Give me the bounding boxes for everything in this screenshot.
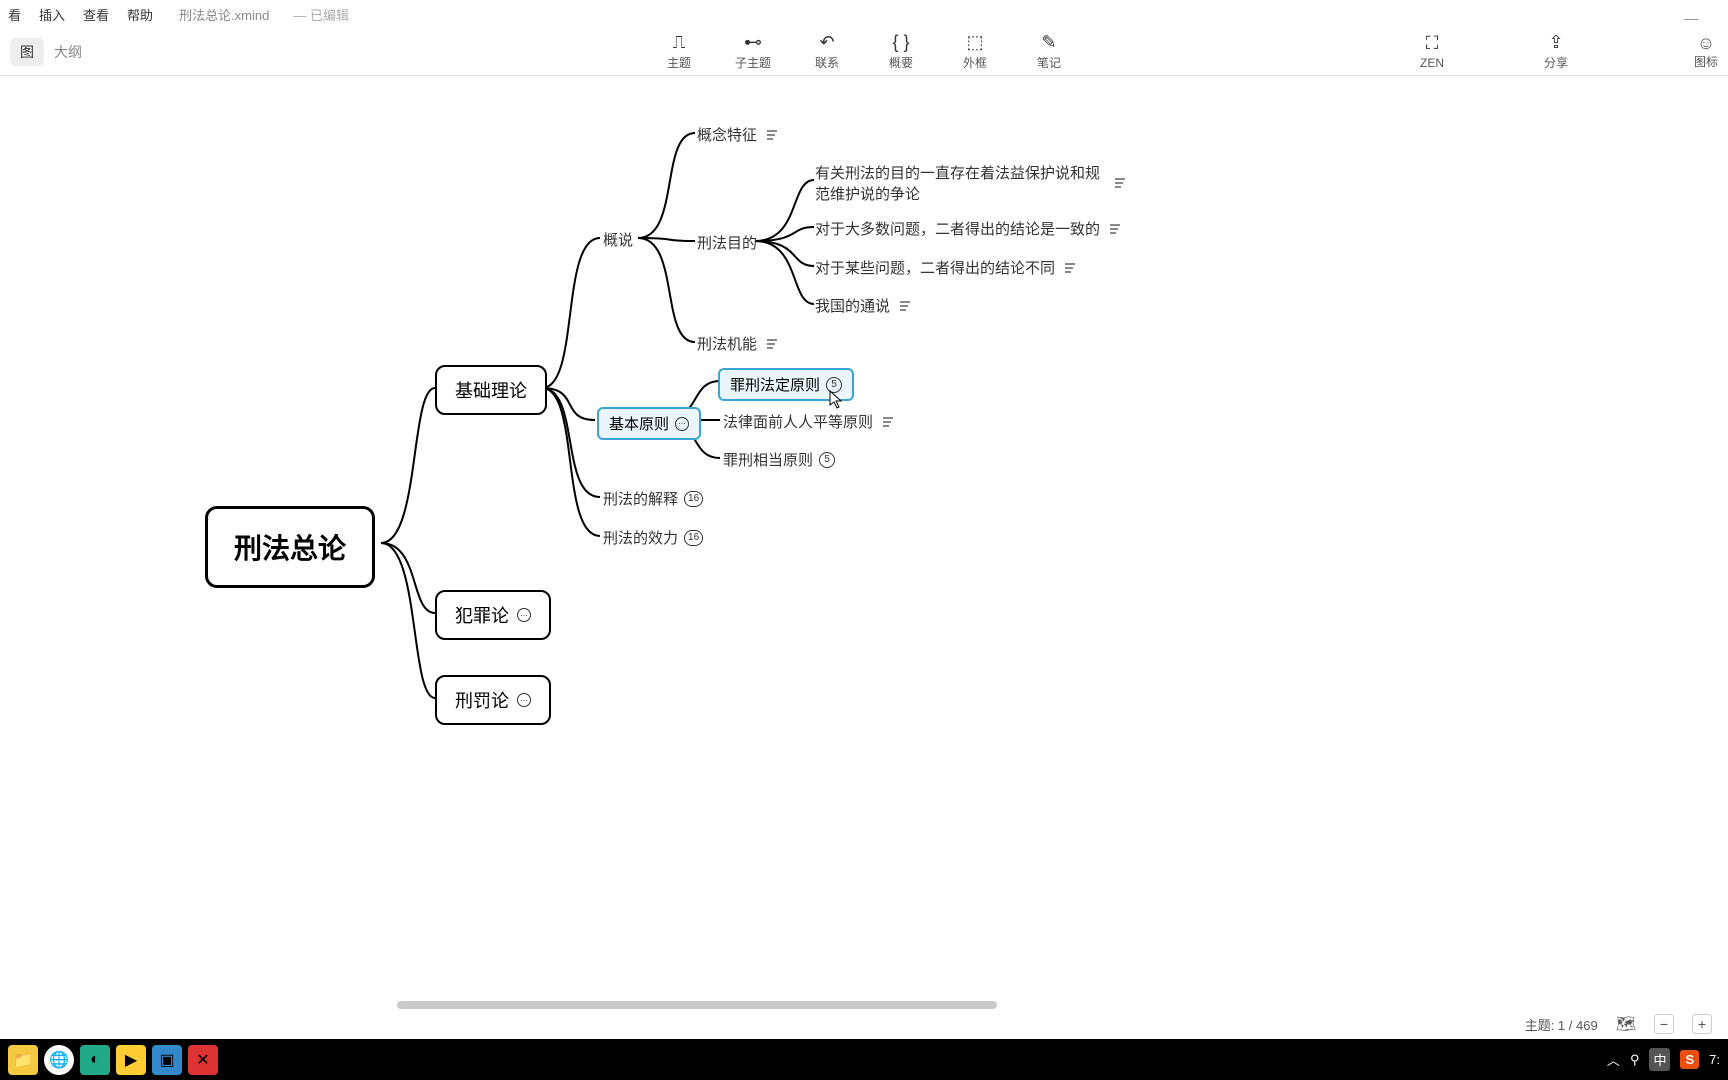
node-purpose-debate[interactable]: 有关刑法的目的一直存在着法益保护说和规范维护说的争论 xyxy=(815,162,1125,204)
toolbar-icons[interactable]: ☺图标 xyxy=(1694,33,1718,70)
taskbar-app1-icon[interactable]: ◐ xyxy=(80,1045,110,1075)
minimap-icon[interactable]: 🗺 xyxy=(1616,1014,1636,1034)
node-purpose-diff[interactable]: 对于某些问题，二者得出的结论不同 xyxy=(815,257,1075,278)
node-concept-features[interactable]: 概念特征 xyxy=(697,124,777,145)
node-penalty-theory[interactable]: 刑罚论 xyxy=(435,675,551,725)
tray-chevron-icon[interactable]: ︿ xyxy=(1607,1050,1620,1069)
tray-wifi-icon[interactable]: ⚲ xyxy=(1630,1052,1640,1068)
toolbar-notes[interactable]: ✎笔记 xyxy=(1027,32,1071,71)
boundary-icon: ⬚ xyxy=(963,32,987,52)
zoom-in-button[interactable]: + xyxy=(1692,1014,1712,1034)
notes-indicator-icon[interactable] xyxy=(883,417,893,427)
share-icon: ⇪ xyxy=(1544,32,1568,52)
node-effectiveness[interactable]: 刑法的效力16 xyxy=(603,527,703,548)
emoji-icon: ☺ xyxy=(1694,33,1718,53)
node-equality-principle[interactable]: 法律面前人人平等原则 xyxy=(723,411,893,432)
view-tabs: 图 大纲 xyxy=(10,38,92,66)
notes-indicator-icon[interactable] xyxy=(767,339,777,349)
relation-icon: ↶ xyxy=(815,32,839,52)
menu-view[interactable]: 查看 xyxy=(83,5,109,24)
toolbar-subtopic[interactable]: ⊷子主题 xyxy=(731,32,775,71)
node-basic-theory[interactable]: 基础理论 xyxy=(435,365,547,415)
taskbar-chrome-icon[interactable]: 🌐 xyxy=(44,1045,74,1075)
tab-map[interactable]: 图 xyxy=(10,38,44,66)
notes-indicator-icon[interactable] xyxy=(1065,263,1075,273)
node-basic-principles[interactable]: 基本原则 xyxy=(597,407,701,440)
summary-icon: { } xyxy=(889,32,913,52)
node-proportionality-principle[interactable]: 罪刑相当原则5 xyxy=(723,449,835,470)
node-purpose-same[interactable]: 对于大多数问题，二者得出的结论是一致的 xyxy=(815,218,1120,239)
toolbar-relation[interactable]: ↶联系 xyxy=(805,32,849,71)
subtopic-icon: ⊷ xyxy=(741,32,765,52)
topic-count: 主题: 1 / 469 xyxy=(1525,1015,1598,1034)
menu-help[interactable]: 帮助 xyxy=(127,5,153,24)
window-minimize-icon[interactable]: — xyxy=(1684,10,1698,26)
horizontal-scrollbar[interactable] xyxy=(397,1001,997,1009)
child-count[interactable]: 16 xyxy=(684,530,703,546)
toolbar-zen[interactable]: ⛶ZEN xyxy=(1410,34,1454,70)
toolbar: 图 大纲 ⎍主题 ⊷子主题 ↶联系 { }概要 ⬚外框 ✎笔记 ⛶ZEN ⇪分享… xyxy=(0,28,1728,76)
node-function[interactable]: 刑法机能 xyxy=(697,333,777,354)
zoom-out-button[interactable]: − xyxy=(1654,1014,1674,1034)
notes-indicator-icon[interactable] xyxy=(767,130,777,140)
node-purpose-cn[interactable]: 我国的通说 xyxy=(815,295,910,316)
toolbar-share[interactable]: ⇪分享 xyxy=(1534,32,1578,71)
node-purpose[interactable]: 刑法目的 xyxy=(697,232,757,253)
notes-indicator-icon[interactable] xyxy=(1115,178,1125,188)
tray-sogou-icon[interactable]: S xyxy=(1680,1050,1699,1069)
status-bar: 主题: 1 / 469 🗺 − + xyxy=(0,1009,1728,1039)
collapse-icon[interactable] xyxy=(517,693,531,707)
expand-icon[interactable] xyxy=(675,417,689,431)
child-count[interactable]: 5 xyxy=(826,377,842,393)
topic-icon: ⎍ xyxy=(667,32,691,52)
node-root[interactable]: 刑法总论 xyxy=(205,506,375,588)
menubar: 看 插入 查看 帮助 刑法总论.xmind — 已编辑 — xyxy=(0,0,1728,28)
menu-insert[interactable]: 插入 xyxy=(39,5,65,24)
child-count[interactable]: 16 xyxy=(684,491,703,507)
toolbar-topic[interactable]: ⎍主题 xyxy=(657,32,701,71)
mindmap-canvas[interactable]: 刑法总论 基础理论 犯罪论 刑罚论 概说 基本原则 刑法的解释16 刑法的效力1… xyxy=(0,76,1728,1050)
windows-taskbar: 📁 🌐 ◐ ▶ ▣ ✕ ︿ ⚲ 中 S 7: xyxy=(0,1039,1728,1080)
toolbar-boundary[interactable]: ⬚外框 xyxy=(953,32,997,71)
zen-icon: ⛶ xyxy=(1420,34,1444,54)
notes-indicator-icon[interactable] xyxy=(900,301,910,311)
notes-icon: ✎ xyxy=(1037,32,1061,52)
toolbar-summary[interactable]: { }概要 xyxy=(879,32,923,71)
node-crime-theory[interactable]: 犯罪论 xyxy=(435,590,551,640)
taskbar-app2-icon[interactable]: ▶ xyxy=(116,1045,146,1075)
collapse-icon[interactable] xyxy=(517,608,531,622)
modified-indicator: — 已编辑 xyxy=(293,5,349,24)
taskbar-xmind-icon[interactable]: ✕ xyxy=(188,1045,218,1075)
node-legality-principle[interactable]: 罪刑法定原则5 xyxy=(718,368,854,401)
taskbar-explorer-icon[interactable]: 📁 xyxy=(8,1045,38,1075)
system-tray: ︿ ⚲ 中 S 7: xyxy=(1607,1048,1720,1071)
taskbar-app3-icon[interactable]: ▣ xyxy=(152,1045,182,1075)
node-interpretation[interactable]: 刑法的解释16 xyxy=(603,488,703,509)
menu-look[interactable]: 看 xyxy=(8,5,21,24)
node-overview[interactable]: 概说 xyxy=(603,229,633,250)
tray-clock[interactable]: 7: xyxy=(1709,1052,1720,1067)
document-title: 刑法总论.xmind xyxy=(179,5,269,24)
notes-indicator-icon[interactable] xyxy=(1110,224,1120,234)
tray-ime-indicator[interactable]: 中 xyxy=(1649,1048,1670,1071)
tab-outline[interactable]: 大纲 xyxy=(44,38,92,66)
child-count[interactable]: 5 xyxy=(819,452,835,468)
